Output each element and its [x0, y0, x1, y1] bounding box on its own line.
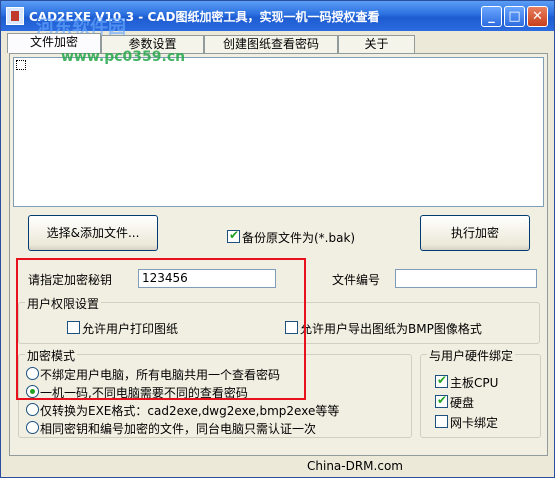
minimize-button[interactable]: _ — [481, 6, 502, 27]
mode-radio-exe-only[interactable] — [26, 403, 39, 416]
allow-export-label: 允许用户导出图纸为BMP图像格式 — [300, 322, 482, 336]
hardware-binding-title: 与用户硬件绑定 — [427, 347, 516, 364]
bind-disk-checkbox[interactable] — [435, 393, 448, 408]
file-number-input[interactable] — [395, 269, 537, 288]
bind-cpu-label: 主板CPU — [450, 376, 499, 390]
hardware-binding-group: 与用户硬件绑定 主板CPU 硬盘 网卡绑定 — [420, 347, 541, 438]
file-number-label: 文件编号 — [332, 273, 381, 287]
status-bar: China-DRM.com — [1, 457, 554, 477]
app-icon[interactable] — [6, 7, 24, 25]
file-list[interactable] — [13, 57, 544, 207]
bind-disk-label: 硬盘 — [450, 396, 475, 410]
close-button[interactable]: ✕ — [527, 6, 548, 27]
list-focus-marker — [16, 60, 26, 70]
status-text: China-DRM.com — [307, 459, 403, 473]
execute-encrypt-button[interactable]: 执行加密 — [420, 215, 530, 251]
app-window: CAD2EXE V10.3 - CAD图纸加密工具，实现一机一码授权查看 _ □… — [0, 0, 555, 478]
mode-exe-only-label: 仅转换为EXE格式：cad2exe,dwg2exe,bmp2exe等等 — [40, 404, 340, 418]
mode-auth-once-label: 相同密钥和编号加密的文件，同台电脑只需认证一次 — [40, 422, 317, 436]
bind-nic-checkbox[interactable] — [435, 415, 448, 428]
highlight-box — [16, 258, 306, 400]
tab-create-view-password[interactable]: 创建图纸查看密码 — [204, 35, 338, 53]
watermark-url: www.pc0359.cn — [61, 49, 186, 65]
mode-radio-auth-once[interactable] — [26, 421, 39, 434]
bind-nic-label: 网卡绑定 — [450, 416, 499, 430]
maximize-button[interactable]: □ — [504, 6, 525, 27]
bind-cpu-checkbox[interactable] — [435, 373, 448, 388]
tab-about[interactable]: 关于 — [338, 35, 415, 53]
select-add-files-button[interactable]: 选择&添加文件... — [28, 215, 158, 251]
backup-checkbox[interactable] — [227, 228, 240, 243]
backup-label: 备份原文件为(*.bak) — [242, 231, 356, 245]
